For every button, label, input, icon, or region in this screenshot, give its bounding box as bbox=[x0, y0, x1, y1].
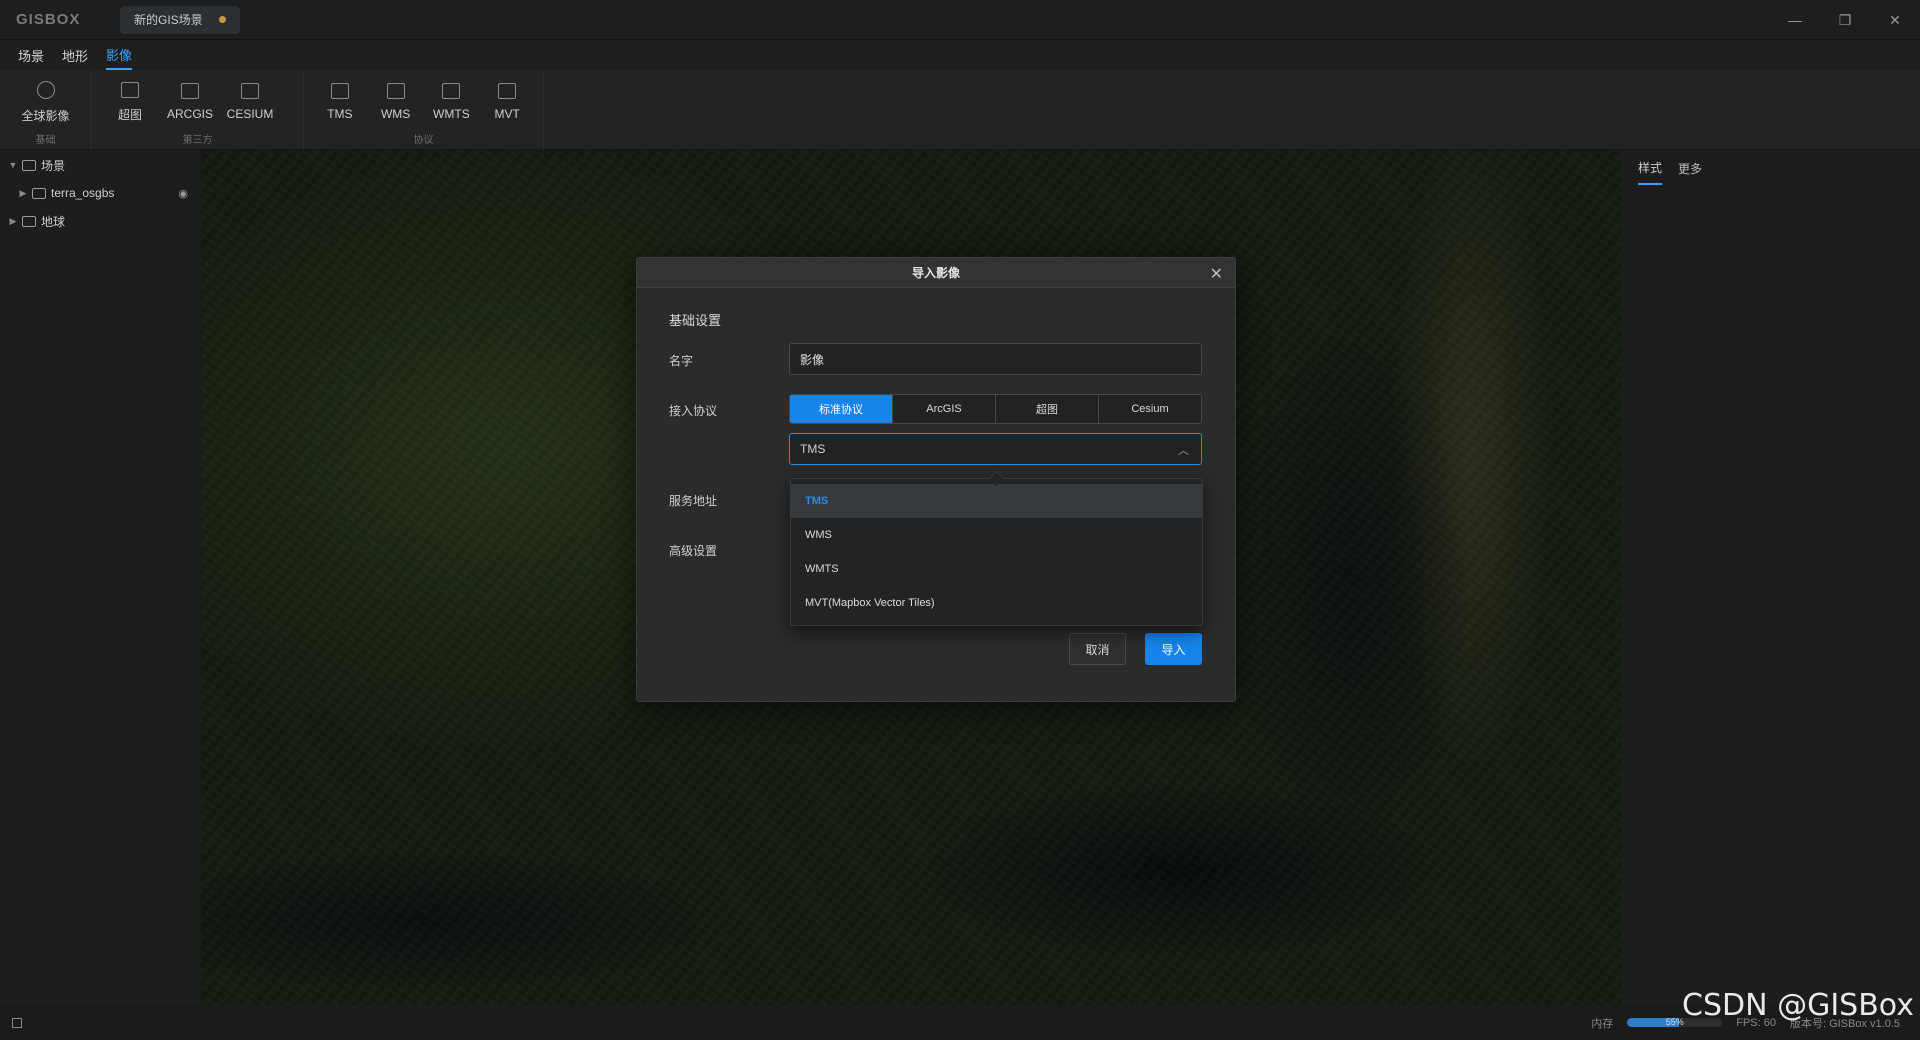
visibility-icon[interactable]: ◉ bbox=[178, 187, 188, 200]
protocol-tab-standard[interactable]: 标准协议 bbox=[790, 395, 893, 423]
arcgis-icon bbox=[181, 83, 199, 99]
menu-terrain[interactable]: 地形 bbox=[62, 40, 88, 70]
minimize-button[interactable]: — bbox=[1770, 0, 1820, 40]
cesium-icon bbox=[241, 83, 259, 99]
global-imagery-label: 全球影像 bbox=[21, 108, 70, 123]
tree-item-terra-osgbs[interactable]: ▶ terra_osgbs ◉ bbox=[0, 179, 200, 207]
wms-button[interactable]: WMS bbox=[368, 70, 424, 134]
wmts-label: WMTS bbox=[433, 107, 470, 121]
close-window-button[interactable]: ✕ bbox=[1870, 0, 1920, 40]
expand-arrow-icon[interactable]: ▶ bbox=[6, 216, 20, 227]
tree-item-scene[interactable]: ▼ 场景 bbox=[0, 151, 200, 179]
dialog-title: 导入影像 bbox=[911, 266, 960, 280]
scene-tree-panel: ▼ 场景 ▶ terra_osgbs ◉ ▶ 地球 bbox=[0, 151, 200, 1005]
ribbon-group-label: 基础 bbox=[35, 135, 56, 146]
chevron-up-icon: ︿ bbox=[1178, 445, 1189, 457]
protocol-tab-cesium[interactable]: Cesium bbox=[1099, 395, 1201, 423]
tree-item-label: 地球 bbox=[41, 214, 66, 229]
tree-item-label: terra_osgbs bbox=[51, 186, 115, 200]
protocol-tab-arcgis[interactable]: ArcGIS bbox=[893, 395, 996, 423]
ribbon-group-protocol: TMS WMS WMTS MVT 协议 bbox=[304, 70, 544, 150]
close-icon[interactable]: ✕ bbox=[1210, 264, 1223, 284]
cesium-button[interactable]: CESIUM bbox=[220, 70, 280, 134]
scene-tab[interactable]: 新的GIS场景 bbox=[120, 5, 240, 34]
protocol-tab-supermap[interactable]: 超图 bbox=[996, 395, 1099, 423]
dropdown-option-tms[interactable]: TMS bbox=[791, 484, 1202, 518]
wmts-icon bbox=[442, 83, 461, 99]
global-imagery-button[interactable]: 全球影像 bbox=[8, 70, 83, 134]
arcgis-label: ARCGIS bbox=[166, 107, 213, 121]
ribbon-group-label: 第三方 bbox=[182, 135, 213, 146]
scene-tab-label: 新的GIS场景 bbox=[134, 13, 203, 27]
advanced-settings-label: 高级设置 bbox=[669, 544, 718, 558]
dropdown-option-wms[interactable]: WMS bbox=[791, 518, 1202, 552]
cancel-button[interactable]: 取消 bbox=[1069, 633, 1126, 665]
ribbon-group-basic: 全球影像 基础 bbox=[0, 70, 92, 150]
expand-arrow-icon[interactable]: ▶ bbox=[16, 188, 30, 199]
dropdown-option-mvt[interactable]: MVT(Mapbox Vector Tiles) bbox=[791, 586, 1202, 620]
app-logo: GISBOX bbox=[16, 11, 81, 28]
wms-label: WMS bbox=[380, 107, 411, 121]
mvt-icon bbox=[498, 83, 517, 99]
name-input[interactable]: 影像 bbox=[789, 343, 1202, 375]
unsaved-dot-icon bbox=[218, 16, 226, 23]
tms-label: TMS bbox=[327, 107, 353, 121]
mvt-label: MVT bbox=[494, 107, 520, 121]
ribbon-group-thirdparty: 超图 ARCGIS CESIUM 第三方 bbox=[92, 70, 304, 150]
supermap-button[interactable]: 超图 bbox=[100, 70, 160, 134]
ribbon-group-label: 协议 bbox=[413, 135, 434, 146]
globe-icon bbox=[36, 80, 55, 99]
title-bar: GISBOX 新的GIS场景 — ❐ ✕ bbox=[0, 0, 1920, 40]
protocol-type-value: TMS bbox=[800, 442, 826, 456]
name-label: 名字 bbox=[669, 354, 694, 368]
protocol-segmented-control: 标准协议 ArcGIS 超图 Cesium bbox=[789, 394, 1202, 424]
cesium-label: CESIUM bbox=[226, 107, 274, 121]
tab-more[interactable]: 更多 bbox=[1678, 151, 1702, 185]
globe-icon bbox=[22, 215, 36, 227]
properties-panel: 样式 更多 bbox=[1622, 151, 1920, 1005]
restore-button[interactable]: ❐ bbox=[1820, 0, 1870, 40]
mvt-button[interactable]: MVT bbox=[479, 70, 535, 134]
protocol-dropdown: TMS WMS WMTS MVT(Mapbox Vector Tiles) bbox=[790, 478, 1203, 626]
wms-icon bbox=[386, 83, 405, 99]
scene-icon bbox=[22, 159, 36, 171]
status-bar: 内存 55% FPS: 60 版本号: GISBox v1.0.5 bbox=[0, 1005, 1920, 1040]
tms-button[interactable]: TMS bbox=[312, 70, 368, 134]
tree-item-label: 场景 bbox=[41, 158, 66, 173]
section-title: 基础设置 bbox=[669, 313, 722, 328]
protocol-label: 接入协议 bbox=[669, 404, 718, 418]
memory-label: 内存 bbox=[1591, 1017, 1614, 1030]
expand-arrow-icon[interactable]: ▼ bbox=[6, 160, 20, 170]
supermap-label: 超图 bbox=[117, 107, 142, 122]
folder-icon bbox=[32, 187, 46, 199]
dialog-header: 导入影像 ✕ bbox=[637, 258, 1235, 288]
wmts-button[interactable]: WMTS bbox=[424, 70, 480, 134]
arcgis-button[interactable]: ARCGIS bbox=[160, 70, 220, 134]
ribbon-toolbar: 全球影像 基础 超图 ARCGIS CESIUM 第三方 TMS WMS WMT… bbox=[0, 70, 1920, 150]
protocol-type-select[interactable]: TMS ︿ bbox=[789, 433, 1202, 465]
tms-icon bbox=[330, 83, 349, 99]
service-url-label: 服务地址 bbox=[669, 494, 718, 508]
tab-style[interactable]: 样式 bbox=[1638, 151, 1663, 185]
import-button[interactable]: 导入 bbox=[1145, 633, 1202, 665]
watermark: CSDN @GISBox bbox=[1682, 988, 1914, 1023]
supermap-icon bbox=[121, 81, 139, 98]
menu-imagery[interactable]: 影像 bbox=[106, 40, 133, 70]
dropdown-option-wmts[interactable]: WMTS bbox=[791, 552, 1202, 586]
menu-bar: 场景 地形 影像 bbox=[0, 40, 1920, 70]
menu-scene[interactable]: 场景 bbox=[18, 40, 44, 70]
tree-item-globe[interactable]: ▶ 地球 bbox=[0, 207, 200, 235]
log-icon[interactable] bbox=[12, 1017, 22, 1028]
